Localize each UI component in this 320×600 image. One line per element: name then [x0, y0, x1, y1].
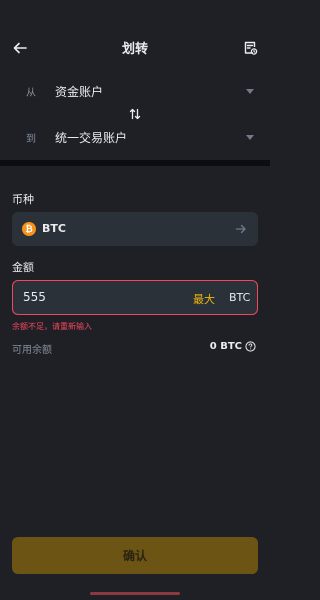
caret-down-icon — [246, 134, 254, 140]
amount-input[interactable] — [23, 290, 173, 304]
home-indicator — [90, 592, 180, 595]
amount-unit: BTC — [229, 291, 251, 304]
info-icon[interactable] — [245, 341, 256, 352]
amount-field[interactable]: 最大 BTC — [12, 280, 258, 315]
bitcoin-icon: ₿ — [22, 222, 36, 236]
error-message: 余额不足，请重新输入 — [12, 322, 92, 331]
section-divider — [0, 160, 270, 166]
confirm-button[interactable]: 确认 — [12, 537, 258, 574]
amount-label: 金额 — [12, 261, 34, 274]
max-button[interactable]: 最大 — [193, 291, 215, 307]
from-label: 从 — [26, 87, 36, 99]
caret-down-icon — [246, 88, 254, 94]
coin-name: BTC — [42, 222, 66, 235]
currency-label: 币种 — [12, 193, 34, 206]
header: 划转 — [0, 28, 270, 68]
transfer-record-icon — [244, 41, 258, 55]
to-account-selector[interactable]: 到 统一交易账户 — [0, 117, 270, 157]
to-account-name: 统一交易账户 — [55, 130, 128, 145]
to-label: 到 — [26, 133, 36, 145]
available-balance-value: 0 BTC — [209, 341, 242, 352]
transfer-record-button[interactable] — [238, 36, 262, 60]
arrow-right-icon — [235, 224, 246, 234]
page-title: 划转 — [121, 42, 148, 57]
available-balance-label: 可用余额 — [12, 345, 52, 356]
coin-selector[interactable]: ₿ BTC — [12, 212, 258, 246]
from-account-name: 资金账户 — [55, 84, 104, 99]
